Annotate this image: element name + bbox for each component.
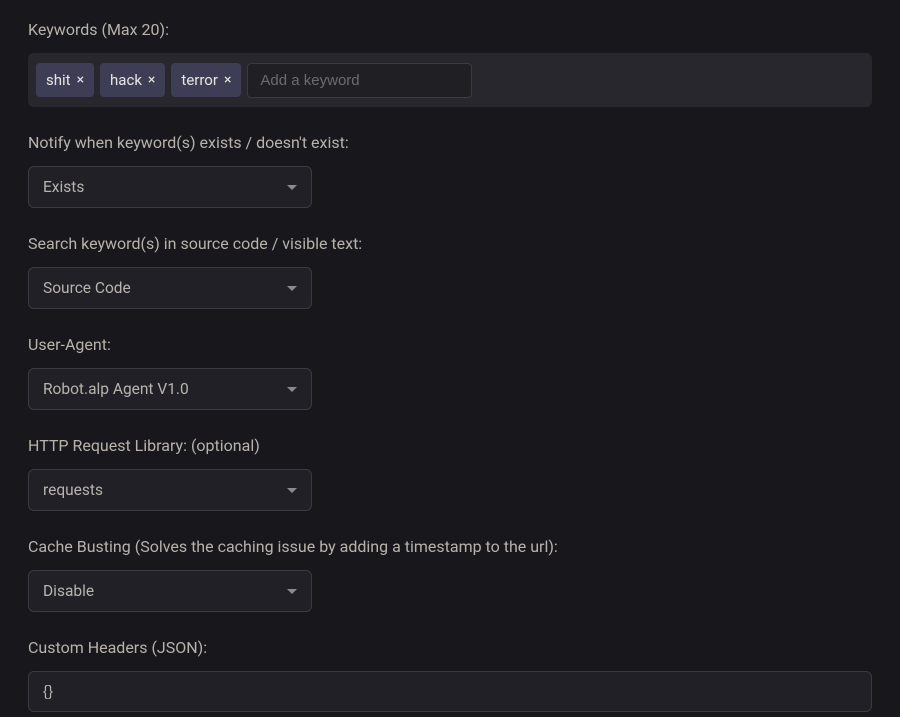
keyword-tag[interactable]: shit × xyxy=(36,63,94,97)
search-in-select[interactable]: Source Code xyxy=(28,267,312,309)
notify-select-wrapper: Exists xyxy=(28,166,312,208)
user-agent-field: User-Agent: Robot.alp Agent V1.0 xyxy=(28,335,872,410)
notify-select-value: Exists xyxy=(43,178,84,196)
keyword-tag[interactable]: terror × xyxy=(171,63,241,97)
search-in-select-wrapper: Source Code xyxy=(28,267,312,309)
http-lib-select-value: requests xyxy=(43,481,103,499)
cache-busting-select-wrapper: Disable xyxy=(28,570,312,612)
custom-headers-label: Custom Headers (JSON): xyxy=(28,638,872,657)
keyword-tag-text: terror xyxy=(181,71,218,89)
http-lib-select-wrapper: requests xyxy=(28,469,312,511)
http-lib-label: HTTP Request Library: (optional) xyxy=(28,436,872,455)
chevron-down-icon xyxy=(287,286,297,291)
cache-busting-label: Cache Busting (Solves the caching issue … xyxy=(28,537,872,556)
user-agent-select-wrapper: Robot.alp Agent V1.0 xyxy=(28,368,312,410)
http-lib-field: HTTP Request Library: (optional) request… xyxy=(28,436,872,511)
custom-headers-input[interactable] xyxy=(28,671,872,712)
user-agent-select[interactable]: Robot.alp Agent V1.0 xyxy=(28,368,312,410)
user-agent-label: User-Agent: xyxy=(28,335,872,354)
keyword-tag[interactable]: hack × xyxy=(100,63,165,97)
close-icon[interactable]: × xyxy=(77,72,84,88)
search-in-label: Search keyword(s) in source code / visib… xyxy=(28,234,872,253)
notify-label: Notify when keyword(s) exists / doesn't … xyxy=(28,133,872,152)
custom-headers-field: Custom Headers (JSON): xyxy=(28,638,872,712)
user-agent-select-value: Robot.alp Agent V1.0 xyxy=(43,380,189,398)
keyword-tag-text: hack xyxy=(110,71,142,89)
keywords-tags-container[interactable]: shit × hack × terror × xyxy=(28,53,872,107)
cache-busting-field: Cache Busting (Solves the caching issue … xyxy=(28,537,872,612)
keyword-tag-text: shit xyxy=(46,71,71,89)
http-lib-select[interactable]: requests xyxy=(28,469,312,511)
chevron-down-icon xyxy=(287,185,297,190)
keyword-input[interactable] xyxy=(247,63,472,98)
chevron-down-icon xyxy=(287,589,297,594)
chevron-down-icon xyxy=(287,387,297,392)
close-icon[interactable]: × xyxy=(148,72,155,88)
keywords-label: Keywords (Max 20): xyxy=(28,20,872,39)
chevron-down-icon xyxy=(287,488,297,493)
cache-busting-select-value: Disable xyxy=(43,582,94,600)
keywords-field: Keywords (Max 20): shit × hack × terror … xyxy=(28,20,872,107)
search-in-select-value: Source Code xyxy=(43,279,131,297)
cache-busting-select[interactable]: Disable xyxy=(28,570,312,612)
search-in-field: Search keyword(s) in source code / visib… xyxy=(28,234,872,309)
notify-select[interactable]: Exists xyxy=(28,166,312,208)
close-icon[interactable]: × xyxy=(224,72,231,88)
notify-field: Notify when keyword(s) exists / doesn't … xyxy=(28,133,872,208)
